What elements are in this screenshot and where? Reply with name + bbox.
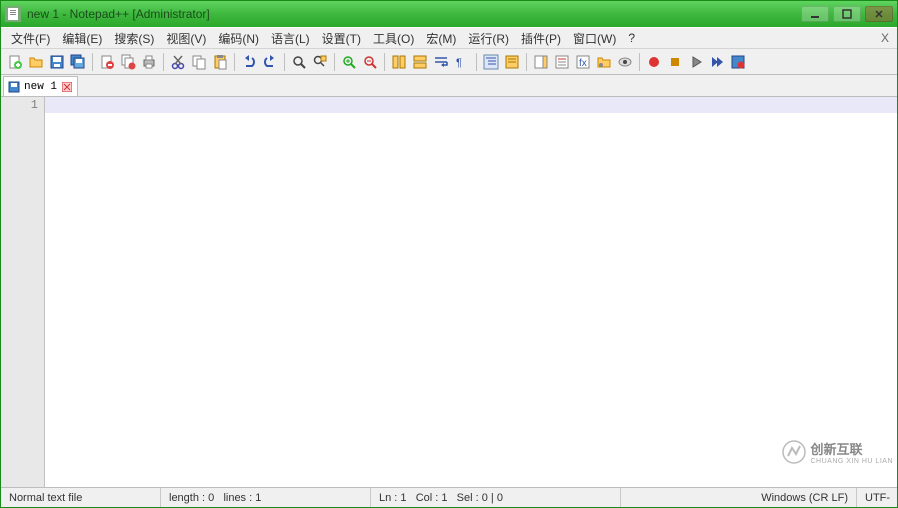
current-line: [45, 97, 897, 113]
tab-label: new 1: [24, 81, 57, 93]
undo-button[interactable]: [239, 52, 259, 72]
watermark: 创新互联 CHUANG XIN HU LIAN: [782, 439, 893, 465]
status-encoding[interactable]: UTF-: [857, 488, 897, 507]
save-all-button[interactable]: [68, 52, 88, 72]
menu-settings[interactable]: 设置(T): [316, 28, 367, 49]
svg-text:¶: ¶: [456, 57, 462, 69]
line-number: 1: [1, 97, 44, 113]
toolbar: ¶ fx: [1, 49, 897, 75]
all-chars-button[interactable]: ¶: [452, 52, 472, 72]
status-eol[interactable]: Windows (CR LF): [621, 488, 857, 507]
paste-button[interactable]: [210, 52, 230, 72]
function-list-button[interactable]: fx: [573, 52, 593, 72]
tab-new1[interactable]: new 1: [3, 76, 78, 96]
menu-edit[interactable]: 编辑(E): [56, 28, 108, 49]
menu-view[interactable]: 视图(V): [160, 28, 212, 49]
watermark-logo-icon: [782, 440, 806, 464]
doc-list-button[interactable]: [552, 52, 572, 72]
sync-v-button[interactable]: [389, 52, 409, 72]
editor-area: 1 创新互联 CHUANG XIN HU LIAN: [1, 97, 897, 487]
menu-language[interactable]: 语言(L): [265, 28, 316, 49]
status-length-lines: length : 0 lines : 1: [161, 488, 371, 507]
status-position: Ln : 1 Col : 1 Sel : 0 | 0: [371, 488, 621, 507]
play-macro-button[interactable]: [686, 52, 706, 72]
doc-map-button[interactable]: [531, 52, 551, 72]
save-button[interactable]: [47, 52, 67, 72]
indent-guide-button[interactable]: [481, 52, 501, 72]
new-file-button[interactable]: [5, 52, 25, 72]
save-icon: [8, 81, 20, 93]
menu-window[interactable]: 窗口(W): [567, 28, 622, 49]
save-macro-button[interactable]: [728, 52, 748, 72]
menu-encoding[interactable]: 编码(N): [212, 28, 265, 49]
text-editor[interactable]: [45, 97, 897, 487]
close-all-button[interactable]: [118, 52, 138, 72]
menu-macro[interactable]: 宏(M): [420, 28, 462, 49]
menu-tools[interactable]: 工具(O): [367, 28, 420, 49]
wordwrap-button[interactable]: [431, 52, 451, 72]
redo-button[interactable]: [260, 52, 280, 72]
stop-macro-button[interactable]: [665, 52, 685, 72]
menu-search[interactable]: 搜索(S): [108, 28, 160, 49]
folder-workspace-button[interactable]: [594, 52, 614, 72]
watermark-sub: CHUANG XIN HU LIAN: [810, 458, 893, 465]
minimize-button[interactable]: [801, 6, 829, 22]
open-file-button[interactable]: [26, 52, 46, 72]
menu-run[interactable]: 运行(R): [462, 28, 515, 49]
zoom-in-button[interactable]: [339, 52, 359, 72]
udldlg-button[interactable]: [502, 52, 522, 72]
titlebar[interactable]: new 1 - Notepad++ [Administrator]: [1, 1, 897, 27]
menubar-close-icon[interactable]: X: [877, 31, 893, 45]
close-file-button[interactable]: [97, 52, 117, 72]
print-button[interactable]: [139, 52, 159, 72]
window-title: new 1 - Notepad++ [Administrator]: [27, 7, 801, 21]
app-window: new 1 - Notepad++ [Administrator] 文件(F) …: [0, 0, 898, 508]
record-macro-button[interactable]: [644, 52, 664, 72]
maximize-button[interactable]: [833, 6, 861, 22]
menu-plugins[interactable]: 插件(P): [515, 28, 567, 49]
menubar: 文件(F) 编辑(E) 搜索(S) 视图(V) 编码(N) 语言(L) 设置(T…: [1, 27, 897, 49]
tab-close-icon[interactable]: [61, 81, 73, 93]
svg-text:fx: fx: [579, 58, 587, 69]
monitoring-button[interactable]: [615, 52, 635, 72]
cut-button[interactable]: [168, 52, 188, 72]
sync-h-button[interactable]: [410, 52, 430, 72]
replace-button[interactable]: [310, 52, 330, 72]
find-button[interactable]: [289, 52, 309, 72]
copy-button[interactable]: [189, 52, 209, 72]
tabbar: new 1: [1, 75, 897, 97]
menu-file[interactable]: 文件(F): [5, 28, 56, 49]
line-gutter: 1: [1, 97, 45, 487]
close-button[interactable]: [865, 6, 893, 22]
app-icon: [5, 6, 21, 22]
watermark-text: 创新互联: [810, 439, 893, 458]
zoom-out-button[interactable]: [360, 52, 380, 72]
play-multi-button[interactable]: [707, 52, 727, 72]
statusbar: Normal text file length : 0 lines : 1 Ln…: [1, 487, 897, 507]
menu-help[interactable]: ?: [622, 29, 641, 47]
status-filetype: Normal text file: [1, 488, 161, 507]
